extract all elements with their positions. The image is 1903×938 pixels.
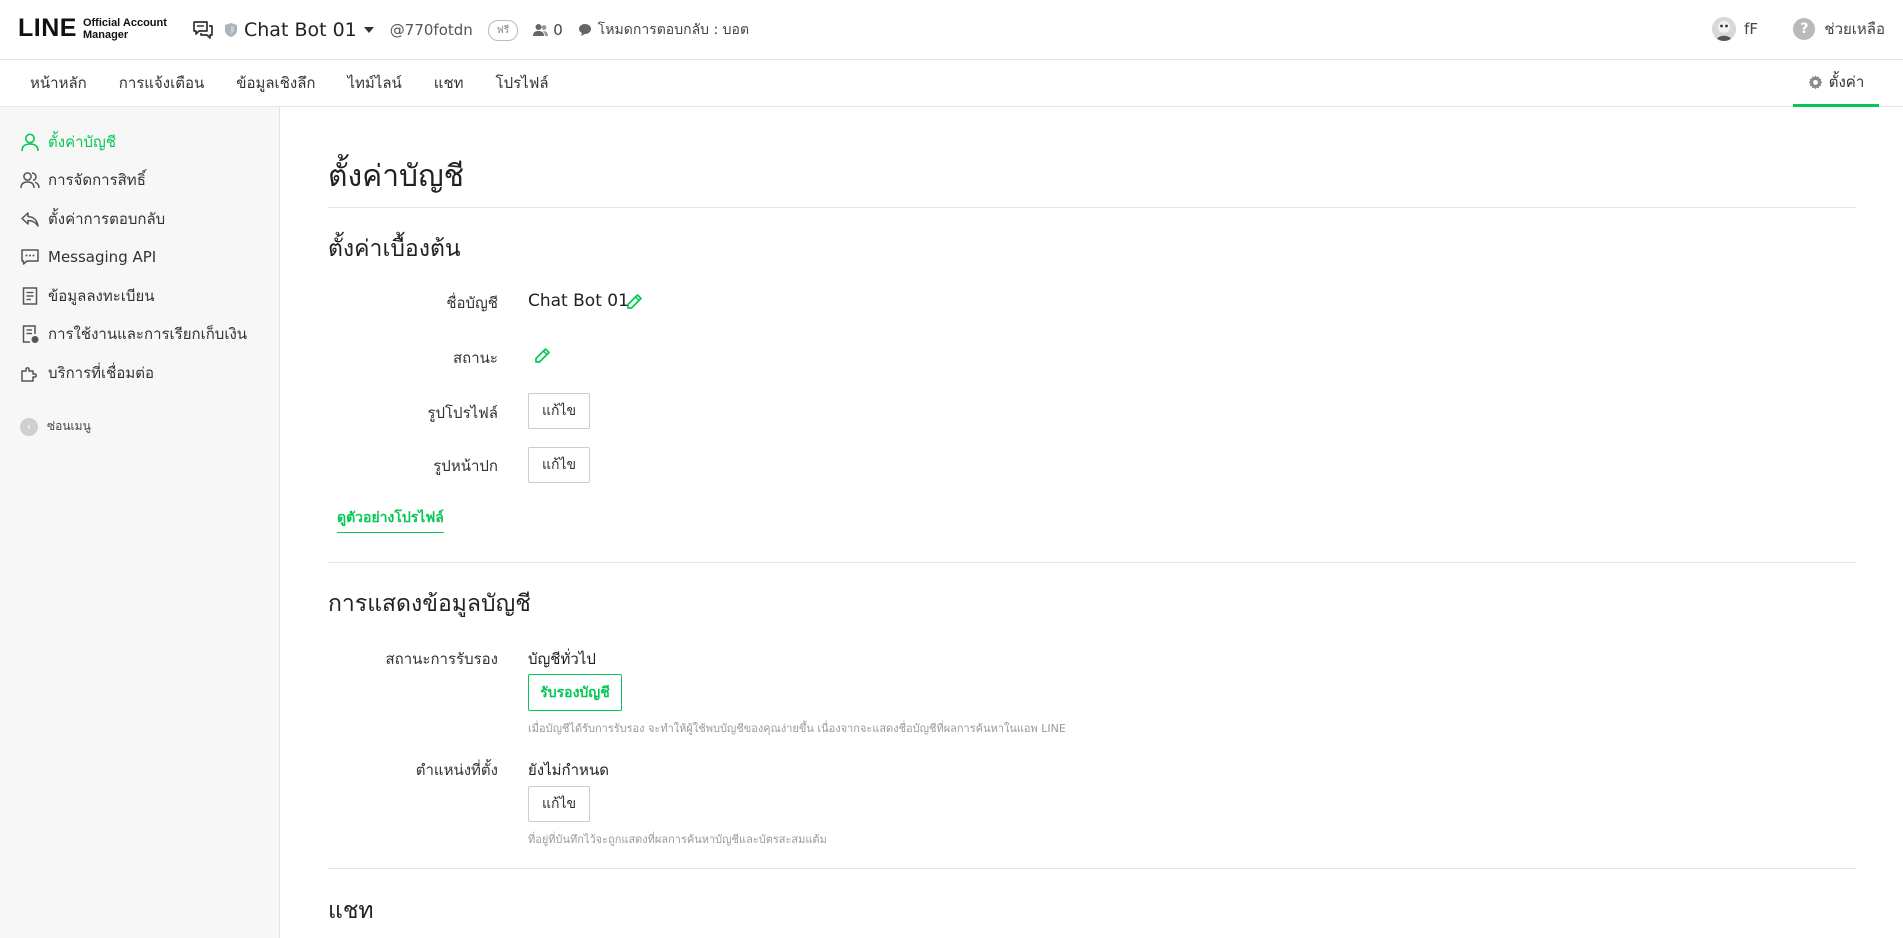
sidebar-item-connected-services[interactable]: บริการที่เชื่อมต่อ	[20, 360, 154, 386]
sidebar-item-label: ตั้งค่าบัญชี	[48, 133, 117, 151]
status-label: สถานะ	[453, 349, 498, 367]
billing-icon	[22, 325, 39, 343]
location-note: ที่อยู่ที่บันทึกไว้จะถูกแสดงที่ผลการค้นห…	[528, 833, 827, 846]
shield-icon	[225, 23, 237, 37]
user-menu[interactable]: fF	[1712, 17, 1758, 41]
verification-note: เมื่อบัญชีได้รับการรับรอง จะทำให้ผู้ใช้พ…	[528, 722, 1066, 735]
logo-subtitle: Official Account Manager	[83, 17, 167, 41]
help-label[interactable]: ช่วยเหลือ	[1824, 17, 1885, 41]
help-link[interactable]: ? ช่วยเหลือ	[1793, 17, 1885, 41]
reply-icon	[21, 212, 39, 227]
settings-sidebar: ตั้งค่าบัญชี การจัดการสิทธิ์ ตั้งค่าการต…	[0, 107, 280, 938]
tab-profile[interactable]: โปรไฟล์	[480, 60, 565, 107]
sidebar-item-registration-info[interactable]: ข้อมูลลงทะเบียน	[20, 283, 155, 309]
tab-list: หน้าหลัก การแจ้งเตือน ข้อมูลเชิงลึก ไทม์…	[14, 60, 565, 107]
sidebar-item-permissions[interactable]: การจัดการสิทธิ์	[20, 167, 146, 193]
sidebar-item-label: ข้อมูลลงทะเบียน	[48, 287, 155, 305]
user-name[interactable]: fF	[1744, 20, 1758, 38]
location-label: ตำแหน่งที่ตั้ง	[415, 761, 498, 779]
users-icon	[20, 172, 40, 189]
account-switcher[interactable]: Chat Bot 01 @770fotdn ฟรี 0 โหมดการตอบกล…	[192, 16, 749, 44]
chevron-down-icon[interactable]	[363, 27, 374, 33]
chat-bubbles-icon	[193, 21, 213, 39]
avatar[interactable]	[1712, 17, 1737, 41]
section-title-basic: ตั้งค่าเบื้องต้น	[328, 236, 461, 262]
verification-status-value: บัญชีทั่วไป	[528, 650, 596, 668]
sidebar-item-account-settings[interactable]: ตั้งค่าบัญชี	[20, 129, 116, 155]
account-name[interactable]: Chat Bot 01	[244, 19, 357, 41]
tab-chat[interactable]: แชท	[418, 60, 480, 107]
response-mode[interactable]: โหมดการตอบกลับ : บอต	[598, 19, 749, 41]
user-icon	[21, 133, 39, 152]
puzzle-icon	[21, 367, 37, 382]
line-oa-logo[interactable]: LINE Official Account Manager	[18, 14, 167, 43]
sidebar-item-usage-billing[interactable]: การใช้งานและการเรียกเก็บเงิน	[20, 321, 247, 347]
logo-sub-2: Manager	[82, 28, 129, 41]
verification-status-label: สถานะการรับรอง	[385, 650, 499, 668]
friend-count: 0	[553, 21, 563, 39]
avatar-image-icon	[1712, 17, 1737, 41]
chat-bubble-icon	[578, 24, 591, 36]
plan-badge: ฟรี	[487, 19, 519, 41]
sidebar-item-label: ตั้งค่าการตอบกลับ	[48, 210, 166, 228]
tab-home[interactable]: หน้าหลัก	[14, 60, 103, 107]
document-icon	[22, 287, 38, 305]
section-title-chat: แชท	[328, 898, 374, 924]
edit-location-button[interactable]: แก้ไข	[528, 786, 590, 822]
sidebar-item-label: บริการที่เชื่อมต่อ	[48, 364, 154, 382]
sidebar-item-label: Messaging API	[48, 248, 157, 266]
cover-image-label: รูปหน้าปก	[433, 457, 498, 475]
settings-tab-label: ตั้งค่า	[1828, 73, 1865, 91]
page-title: ตั้งค่าบัญชี	[328, 159, 465, 194]
divider	[328, 207, 1856, 208]
tab-insights[interactable]: ข้อมูลเชิงลึก	[220, 60, 331, 107]
sidebar-item-response-settings[interactable]: ตั้งค่าการตอบกลับ	[20, 206, 165, 232]
collapse-menu-button[interactable]: ‹ ซ่อนเมนู	[20, 417, 91, 436]
location-value: ยังไม่กำหนด	[528, 761, 609, 779]
divider	[328, 868, 1856, 869]
edit-profile-image-button[interactable]: แก้ไข	[528, 393, 590, 429]
tab-timeline[interactable]: ไทม์ไลน์	[331, 60, 417, 107]
preview-profile-link[interactable]: ดูตัวอย่างโปรไฟล์	[337, 507, 444, 533]
help-icon: ?	[1793, 18, 1816, 40]
collapse-menu-label: ซ่อนเมนู	[47, 419, 91, 433]
chevron-left-icon: ‹	[20, 417, 38, 436]
tab-settings[interactable]: ตั้งค่า	[1793, 60, 1879, 107]
top-header: LINE Official Account Manager Chat Bot 0…	[0, 0, 1903, 60]
account-name-value: Chat Bot 01	[528, 291, 629, 311]
logo-line-text: LINE	[18, 14, 77, 42]
profile-image-label: รูปโปรไฟล์	[427, 404, 498, 422]
tab-notifications[interactable]: การแจ้งเตือน	[103, 60, 220, 107]
gear-icon	[1808, 74, 1823, 89]
edit-cover-image-button[interactable]: แก้ไข	[528, 447, 590, 483]
sidebar-item-messaging-api[interactable]: Messaging API	[20, 244, 156, 270]
logo-sub-1: Official Account	[82, 16, 167, 29]
friends-icon	[533, 24, 549, 36]
edit-pencil-icon[interactable]	[626, 293, 643, 310]
verify-account-button[interactable]: รับรองบัญชี	[528, 674, 622, 711]
divider	[328, 562, 1856, 563]
section-title-display: การแสดงข้อมูลบัญชี	[328, 591, 531, 617]
message-dots-icon	[21, 249, 39, 265]
main-tab-nav: หน้าหลัก การแจ้งเตือน ข้อมูลเชิงลึก ไทม์…	[0, 60, 1903, 107]
edit-pencil-icon[interactable]	[534, 347, 551, 364]
account-id: @770fotdn	[389, 21, 473, 39]
account-name-label: ชื่อบัญชี	[446, 294, 498, 312]
sidebar-item-label: การใช้งานและการเรียกเก็บเงิน	[48, 325, 248, 343]
sidebar-item-label: การจัดการสิทธิ์	[48, 171, 146, 189]
